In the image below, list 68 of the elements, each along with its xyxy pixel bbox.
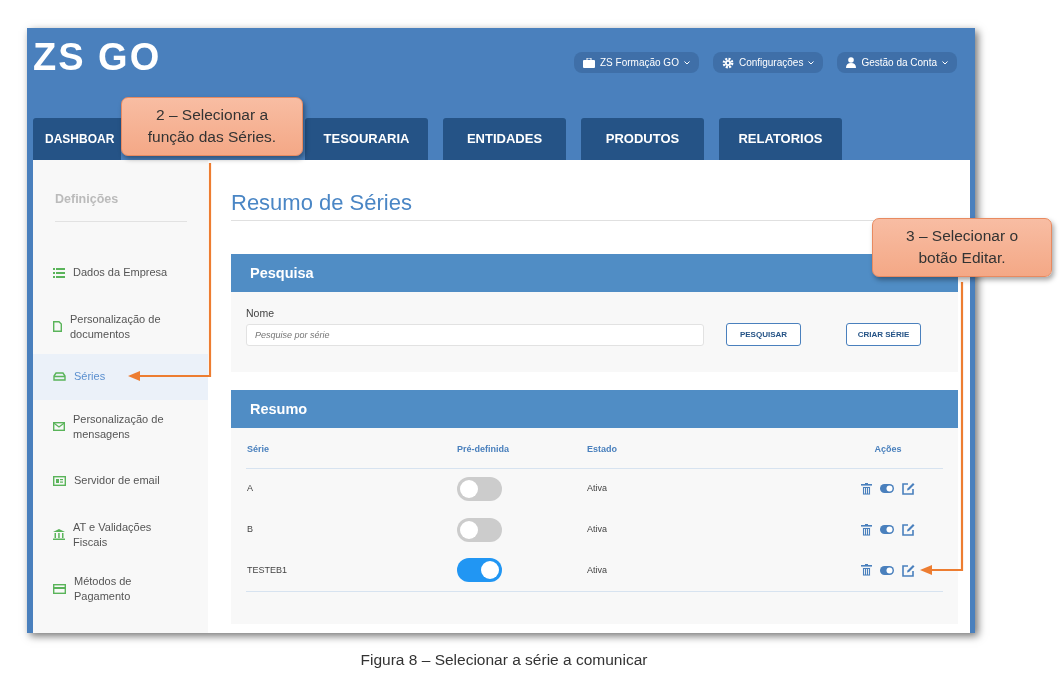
edit-button[interactable] bbox=[902, 523, 915, 537]
credit-card-icon bbox=[53, 583, 66, 594]
table-cell-text: B bbox=[246, 522, 254, 536]
search-button[interactable]: PESQUISAR bbox=[726, 323, 801, 347]
user-icon bbox=[846, 57, 857, 68]
table-cell: TESTEB1 bbox=[246, 550, 456, 592]
edit-button[interactable] bbox=[902, 482, 915, 496]
nav-tab[interactable]: DASHBOAR bbox=[33, 118, 121, 160]
sidebar-item[interactable]: Métodos de Pagamento bbox=[33, 561, 208, 616]
sidebar-item[interactable]: Dados da Empresa bbox=[33, 245, 208, 300]
sidebar-item[interactable]: AT e Validações Fiscais bbox=[33, 507, 208, 562]
briefcase-icon bbox=[583, 57, 595, 68]
edit-icon bbox=[902, 482, 915, 496]
sidebar-item[interactable]: Servidor de email bbox=[33, 453, 208, 508]
nav-tab[interactable]: ENTIDADES bbox=[443, 118, 566, 160]
header-menu[interactable]: Configurações bbox=[712, 52, 824, 73]
column-header: Ações bbox=[833, 432, 943, 469]
nav-tab[interactable]: PRODUTOS bbox=[581, 118, 704, 160]
toggle-icon bbox=[880, 565, 894, 575]
delete-button[interactable] bbox=[861, 563, 872, 577]
trash-icon bbox=[861, 564, 872, 577]
caret-icon bbox=[942, 60, 948, 65]
field-label: Nome bbox=[246, 306, 275, 322]
edit-button[interactable] bbox=[902, 563, 915, 577]
sidebar-heading: Definições bbox=[55, 190, 187, 222]
nav-tab[interactable]: RELATORIOS bbox=[719, 118, 842, 160]
edit-icon bbox=[902, 563, 915, 577]
list-icon bbox=[53, 267, 65, 278]
trash-icon bbox=[861, 482, 872, 495]
table-cell: Ativa bbox=[586, 468, 833, 510]
edit-icon bbox=[902, 523, 915, 537]
sidebar-item[interactable]: Personalização de documentos bbox=[33, 299, 208, 354]
toggle-button[interactable] bbox=[880, 523, 894, 537]
toggle-icon bbox=[880, 484, 894, 494]
caret-icon bbox=[808, 60, 815, 65]
table-cell: Ativa bbox=[586, 550, 833, 592]
panel-header: Resumo bbox=[231, 390, 958, 429]
toggle-switch[interactable] bbox=[457, 558, 502, 583]
tray-icon bbox=[53, 372, 66, 382]
column-header: Estado bbox=[586, 432, 833, 469]
trash-icon bbox=[861, 523, 872, 536]
bank-icon bbox=[53, 529, 65, 541]
toggle-icon bbox=[880, 525, 894, 535]
nav-tab[interactable]: TESOURARIA bbox=[305, 118, 428, 160]
toggle-switch[interactable] bbox=[457, 517, 502, 542]
callout: 2 – Selecionar a função das Séries. bbox=[121, 97, 303, 156]
create-button[interactable]: CRIAR SÉRIE bbox=[846, 323, 921, 347]
toggle-switch[interactable] bbox=[457, 476, 502, 501]
toggle-button[interactable] bbox=[880, 482, 894, 496]
caret-icon bbox=[683, 60, 690, 65]
column-header: Série bbox=[246, 432, 456, 469]
delete-button[interactable] bbox=[861, 523, 872, 537]
callout: 3 – Selecionar o botão Editar. bbox=[872, 218, 1052, 277]
delete-button[interactable] bbox=[861, 482, 872, 496]
sidebar-item[interactable]: Personalização de mensagens bbox=[33, 399, 208, 454]
settings-icon bbox=[721, 56, 734, 69]
table-cell: A bbox=[246, 468, 456, 510]
header-menu[interactable]: ZS Formação GO bbox=[574, 52, 699, 73]
document-icon bbox=[53, 321, 62, 333]
toggle-button[interactable] bbox=[880, 563, 894, 577]
figure-caption: Figura 8 – Selecionar a série a comunicar bbox=[359, 650, 649, 670]
search-field[interactable]: Pesquise por série bbox=[246, 324, 704, 347]
header-menu[interactable]: Gestão da Conta bbox=[837, 52, 957, 73]
column-header: Pré-definida bbox=[456, 432, 586, 469]
envelope-icon bbox=[53, 422, 65, 432]
table-cell-text: Ativa bbox=[586, 522, 608, 536]
id-card-icon bbox=[53, 475, 66, 486]
logo[interactable]: ZS GO bbox=[33, 38, 162, 76]
